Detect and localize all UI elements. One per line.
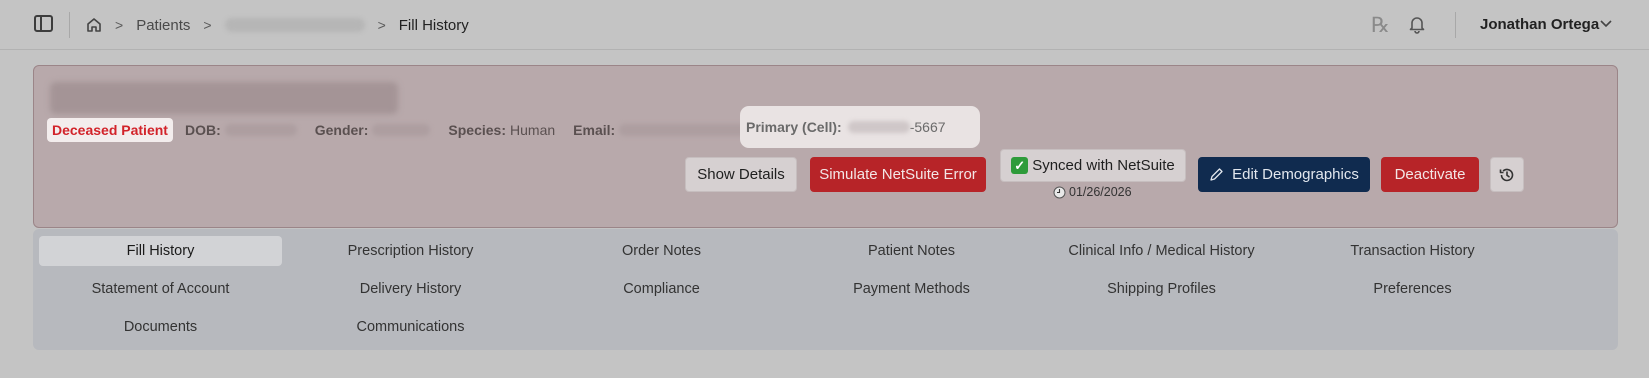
tab-delivery-history[interactable]: Delivery History [289,274,532,304]
check-icon: ✓ [1011,157,1029,174]
patient-header-card: Deceased Patient DOB: Gender: Species: H… [33,65,1618,228]
patient-tabs: Fill History Prescription History Order … [33,229,1618,350]
tab-statement-of-account[interactable]: Statement of Account [39,274,282,304]
species-value: Human [510,122,556,138]
breadcrumb-current: Fill History [398,16,469,34]
edit-demographics-label: Edit Demographics [1232,166,1359,183]
edit-demographics-button[interactable]: Edit Demographics [1198,157,1370,192]
pencil-icon [1210,168,1223,181]
chevron-down-icon[interactable] [1600,19,1612,29]
breadcrumb: > Patients > > Fill History [86,0,469,50]
audit-history-button[interactable] [1490,157,1524,192]
home-icon[interactable] [86,17,102,33]
chevron-right-icon: > [115,17,124,33]
top-bar: > Patients > > Fill History ℞ Jonathan O… [0,0,1649,50]
tab-shipping-profiles[interactable]: Shipping Profiles [1040,274,1283,304]
tab-compliance[interactable]: Compliance [540,274,783,304]
tab-documents[interactable]: Documents [39,312,282,342]
tab-fill-history[interactable]: Fill History [39,236,282,266]
gender-field: Gender: [315,122,431,138]
breadcrumb-patients[interactable]: Patients [136,17,190,34]
divider [1455,12,1456,38]
sync-date-value: 01/26/2026 [1069,185,1132,199]
chevron-right-icon: > [203,17,212,33]
tab-payment-methods[interactable]: Payment Methods [790,274,1033,304]
sync-status-label: Synced with NetSuite [1032,157,1175,174]
tab-preferences[interactable]: Preferences [1291,274,1534,304]
netsuite-sync-status: ✓ Synced with NetSuite [1000,149,1186,182]
email-field: Email: [573,122,760,138]
gender-value-redacted [372,124,431,136]
breadcrumb-patient-name-redacted[interactable] [224,18,365,32]
user-menu-name[interactable]: Jonathan Ortega [1480,16,1599,33]
tab-transaction-history[interactable]: Transaction History [1291,236,1534,266]
clock-icon [1053,186,1066,198]
species-field: Species: Human [448,122,555,138]
phone-number-redacted [847,121,910,133]
rx-icon[interactable]: ℞ [1371,13,1390,37]
email-label: Email: [573,122,616,138]
divider [69,12,70,38]
phone-label: Primary (Cell): [746,119,842,135]
patient-info-row: Deceased Patient DOB: Gender: Species: H… [47,117,777,143]
simulate-netsuite-error-button[interactable]: Simulate NetSuite Error [810,157,986,192]
bell-icon[interactable] [1407,14,1427,34]
tab-communications[interactable]: Communications [289,312,532,342]
dob-value-redacted [224,124,297,136]
chevron-right-icon: > [377,17,386,33]
tab-prescription-history[interactable]: Prescription History [289,236,532,266]
status-badge: Deceased Patient [47,118,173,142]
deactivate-button[interactable]: Deactivate [1381,157,1479,192]
tab-clinical-info[interactable]: Clinical Info / Medical History [1040,236,1283,266]
dob-label: DOB: [184,122,221,138]
gender-label: Gender: [314,122,369,138]
dob-field: DOB: [185,122,297,138]
tab-order-notes[interactable]: Order Notes [540,236,783,266]
tab-patient-notes[interactable]: Patient Notes [790,236,1033,266]
email-value-redacted [619,124,760,136]
patient-name-redacted [50,82,398,114]
primary-phone-field[interactable]: Primary (Cell): -5667 [740,106,980,148]
phone-suffix: -5667 [909,119,946,135]
sync-date: 01/26/2026 [1053,185,1132,199]
sidebar-toggle-icon[interactable] [34,15,53,32]
show-details-button[interactable]: Show Details [685,157,797,192]
species-label: Species: [448,122,507,138]
history-icon [1499,168,1514,181]
